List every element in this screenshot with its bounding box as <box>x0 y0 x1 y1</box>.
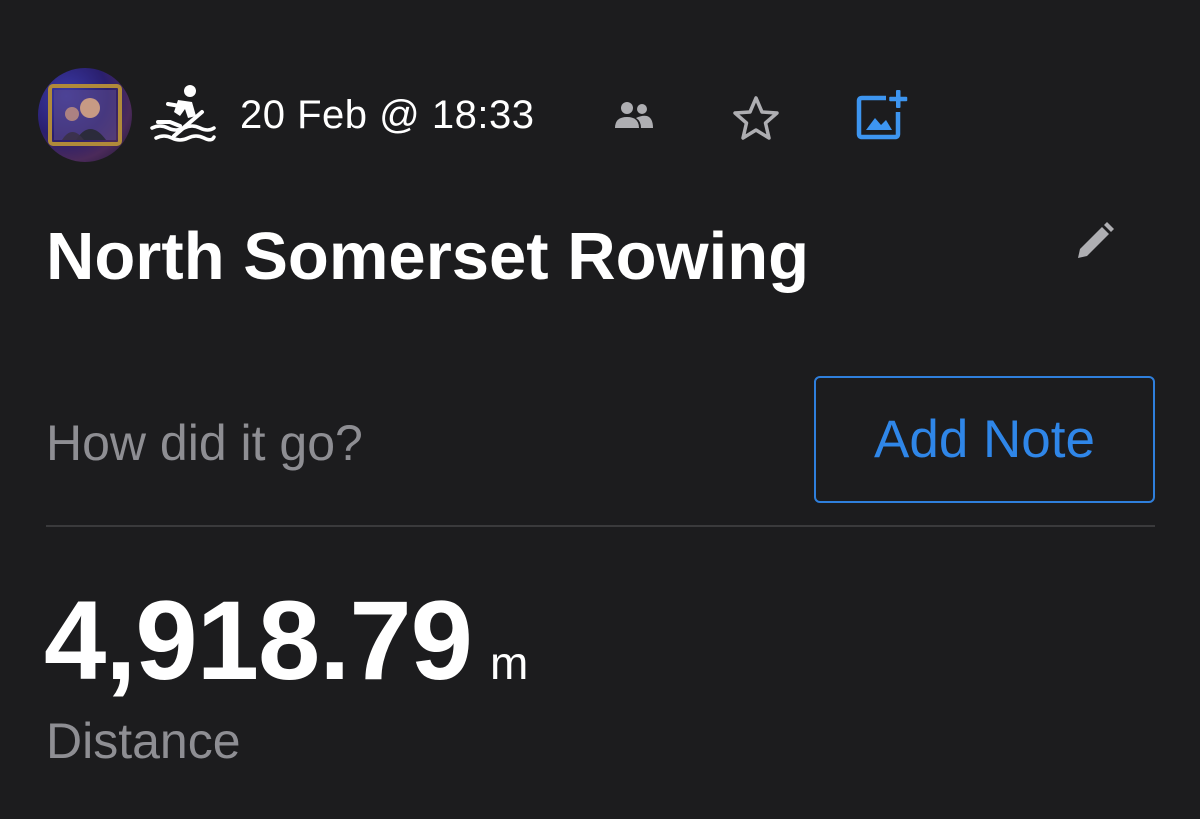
rowing-icon <box>150 85 216 142</box>
add-note-button[interactable]: Add Note <box>814 376 1155 503</box>
divider <box>46 525 1155 527</box>
distance-value: 4,918.79 <box>44 578 473 703</box>
activity-date: 20 Feb @ 18:33 <box>240 92 535 137</box>
add-photo-icon[interactable] <box>856 88 910 140</box>
distance-stat: 4,918.79 m <box>44 576 528 705</box>
avatar[interactable] <box>38 68 132 162</box>
group-icon[interactable] <box>614 100 654 130</box>
pencil-icon[interactable] <box>1072 220 1116 264</box>
activity-title: North Somerset Rowing <box>46 219 810 294</box>
distance-unit: m <box>489 637 529 689</box>
activity-detail: 20 Feb @ 18:33 North Somerset Rowing How… <box>0 0 1200 819</box>
activity-header: 20 Feb @ 18:33 <box>38 66 534 164</box>
note-prompt: How did it go? <box>46 415 363 471</box>
distance-label: Distance <box>46 713 241 769</box>
star-icon[interactable] <box>731 95 781 141</box>
